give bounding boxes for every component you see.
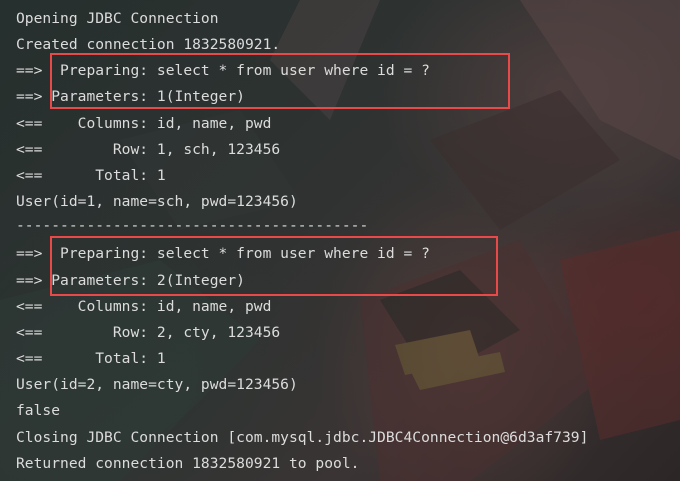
log-line: Returned connection 1832580921 to pool. bbox=[16, 455, 360, 472]
log-line: <== Row: 1, sch, 123456 bbox=[16, 141, 281, 158]
log-line: User(id=2, name=cty, pwd=123456) bbox=[16, 376, 298, 393]
highlight-box-query-2 bbox=[50, 236, 498, 296]
log-line: User(id=1, name=sch, pwd=123456) bbox=[16, 193, 298, 210]
log-line: Closing JDBC Connection [com.mysql.jdbc.… bbox=[16, 429, 589, 446]
log-line: Opening JDBC Connection bbox=[16, 10, 219, 27]
separator-line: ---------------------------------------- bbox=[16, 217, 369, 234]
highlight-box-query-1 bbox=[50, 53, 510, 109]
console-output[interactable]: Opening JDBC Connection Created connecti… bbox=[0, 0, 680, 481]
log-line: <== Row: 2, cty, 123456 bbox=[16, 324, 281, 341]
log-line: <== Columns: id, name, pwd bbox=[16, 115, 272, 132]
log-line: <== Columns: id, name, pwd bbox=[16, 298, 272, 315]
log-line: <== Total: 1 bbox=[16, 350, 166, 367]
log-line: false bbox=[16, 402, 61, 419]
log-line: <== Total: 1 bbox=[16, 167, 166, 184]
